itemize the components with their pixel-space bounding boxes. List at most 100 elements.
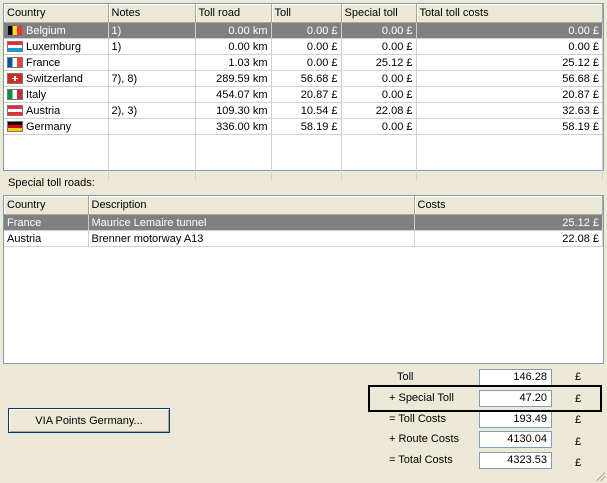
cell-notes — [108, 86, 196, 103]
col-header-special-toll[interactable]: Special toll — [341, 4, 417, 23]
cell-special-toll: 0.00 £ — [341, 86, 417, 103]
col-header-special-country[interactable]: Country — [4, 196, 89, 215]
flag-austria-icon — [7, 104, 23, 116]
via-points-germany-label: VIA Points Germany... — [35, 414, 143, 427]
col-header-notes[interactable]: Notes — [108, 4, 196, 23]
special-toll-highlight-box — [368, 385, 602, 412]
cell-total: 32.63 £ — [416, 102, 603, 119]
empty-cell — [195, 150, 272, 165]
empty-row — [4, 150, 603, 165]
empty-cell — [195, 165, 272, 180]
special-row-france[interactable]: France Maurice Lemaire tunnel 25.12 £ — [4, 214, 603, 231]
country-name: Austria — [26, 104, 61, 117]
summary-label-route-costs: + Route Costs — [389, 433, 460, 445]
cell-special-toll: 0.00 £ — [341, 118, 417, 135]
special-table-header: Country Description Costs — [4, 196, 603, 215]
cell-total: 25.12 £ — [416, 54, 603, 71]
summary-currency-toll: £ — [575, 371, 582, 383]
cell-notes: 2), 3) — [108, 102, 196, 119]
summary-currency-total-costs: £ — [575, 457, 582, 469]
cell-notes: 7), 8) — [108, 70, 196, 87]
summary-currency-toll-costs: £ — [575, 414, 582, 426]
resize-grip-icon[interactable] — [595, 471, 605, 481]
empty-cell — [271, 134, 342, 150]
cell-total: 56.68 £ — [416, 70, 603, 87]
cell-country: France — [4, 54, 109, 71]
toll-row-luxemburg[interactable]: Luxemburg 1) 0.00 km 0.00 £0.00 £0.00 £ — [4, 38, 603, 55]
special-toll-table: Country Description Costs France Maurice … — [4, 196, 603, 247]
toll-table-header: Country Notes Toll road Toll Special tol… — [4, 4, 603, 23]
cell-special-description: Brenner motorway A13 — [88, 230, 415, 247]
flag-france-icon — [7, 56, 23, 68]
cell-special-toll: 0.00 £ — [341, 38, 417, 55]
cell-toll-road: 0.00 km — [195, 38, 272, 55]
special-row-austria[interactable]: Austria Brenner motorway A13 22.08 £ — [4, 230, 603, 247]
cell-special-toll: 0.00 £ — [341, 22, 417, 39]
cell-toll-road: 454.07 km — [195, 86, 272, 103]
empty-cell — [108, 165, 196, 180]
cell-special-country: France — [4, 214, 89, 231]
toll-row-austria[interactable]: Austria 2), 3) 109.30 km 10.54 £22.08 £32.6… — [4, 102, 603, 119]
empty-cell — [195, 134, 272, 150]
cell-notes — [108, 118, 196, 135]
empty-cell — [416, 134, 603, 150]
col-header-toll[interactable]: Toll — [271, 4, 342, 23]
cell-country: Germany — [4, 118, 109, 135]
cell-country: Switzerland — [4, 70, 109, 87]
summary-label-total-costs: = Total Costs — [389, 454, 453, 466]
empty-cell — [271, 150, 342, 165]
empty-cell — [341, 134, 417, 150]
cell-special-toll: 0.00 £ — [341, 70, 417, 87]
cell-toll: 56.68 £ — [271, 70, 342, 87]
country-name: Germany — [26, 120, 72, 133]
cell-toll-road: 109.30 km — [195, 102, 272, 119]
summary-value-toll-costs: 193.49 — [479, 411, 552, 428]
cell-toll: 58.19 £ — [271, 118, 342, 135]
cell-notes — [108, 54, 196, 71]
flag-germany-icon — [7, 120, 23, 132]
cell-toll-road: 1.03 km — [195, 54, 272, 71]
summary-label-toll: Toll — [397, 371, 414, 383]
toll-row-italy[interactable]: Italy 454.07 km 20.87 £0.00 £20.87 £ — [4, 86, 603, 103]
empty-cell — [108, 134, 196, 150]
summary-label-toll-costs: = Toll Costs — [389, 413, 446, 425]
cell-toll-road: 0.00 km — [195, 22, 272, 39]
toll-row-switzerland[interactable]: Switzerland 7), 8) 289.59 km 56.68 £0.00 £5… — [4, 70, 603, 87]
empty-row — [4, 134, 603, 150]
flag-italy-icon — [7, 88, 23, 100]
cell-total: 0.00 £ — [416, 22, 603, 39]
empty-cell — [416, 165, 603, 180]
col-header-toll-road[interactable]: Toll road — [195, 4, 272, 23]
toll-row-belgium[interactable]: Belgium 1) 0.00 km 0.00 £0.00 £0.00 £ — [4, 22, 603, 39]
col-header-description[interactable]: Description — [88, 196, 415, 215]
cell-notes: 1) — [108, 22, 196, 39]
empty-cell — [341, 165, 417, 180]
empty-cell — [341, 150, 417, 165]
cell-country: Austria — [4, 102, 109, 119]
country-name: France — [26, 56, 61, 69]
flag-belgium-icon — [7, 24, 23, 36]
cell-special-description: Maurice Lemaire tunnel — [88, 214, 415, 231]
toll-row-france[interactable]: France 1.03 km 0.00 £25.12 £25.12 £ — [4, 54, 603, 71]
cell-toll-road: 336.00 km — [195, 118, 272, 135]
toll-table-panel: Country Notes Toll road Toll Special tol… — [3, 3, 604, 180]
toll-row-germany[interactable]: Germany 336.00 km 58.19 £0.00 £58.19 £ — [4, 118, 603, 135]
cell-special-toll: 22.08 £ — [341, 102, 417, 119]
cell-country: Belgium — [4, 22, 109, 39]
cell-special-costs: 25.12 £ — [414, 214, 603, 231]
toll-table: Country Notes Toll road Toll Special tol… — [4, 4, 603, 180]
country-name: Italy — [26, 88, 47, 101]
special-toll-table-panel: Country Description Costs France Maurice … — [3, 195, 604, 364]
country-name: Luxemburg — [26, 40, 82, 53]
country-name: Switzerland — [26, 72, 83, 85]
special-toll-roads-label: Special toll roads: — [8, 177, 95, 189]
summary-value-total-costs: 4323.53 — [479, 452, 552, 469]
summary-currency-route-costs: £ — [575, 436, 582, 448]
country-name: Belgium — [26, 24, 66, 37]
col-header-total-toll-costs[interactable]: Total toll costs — [416, 4, 603, 23]
cell-notes: 1) — [108, 38, 196, 55]
cell-toll-road: 289.59 km — [195, 70, 272, 87]
col-header-costs[interactable]: Costs — [414, 196, 603, 215]
via-points-germany-button[interactable]: VIA Points Germany... — [8, 408, 170, 433]
col-header-country[interactable]: Country — [4, 4, 109, 23]
